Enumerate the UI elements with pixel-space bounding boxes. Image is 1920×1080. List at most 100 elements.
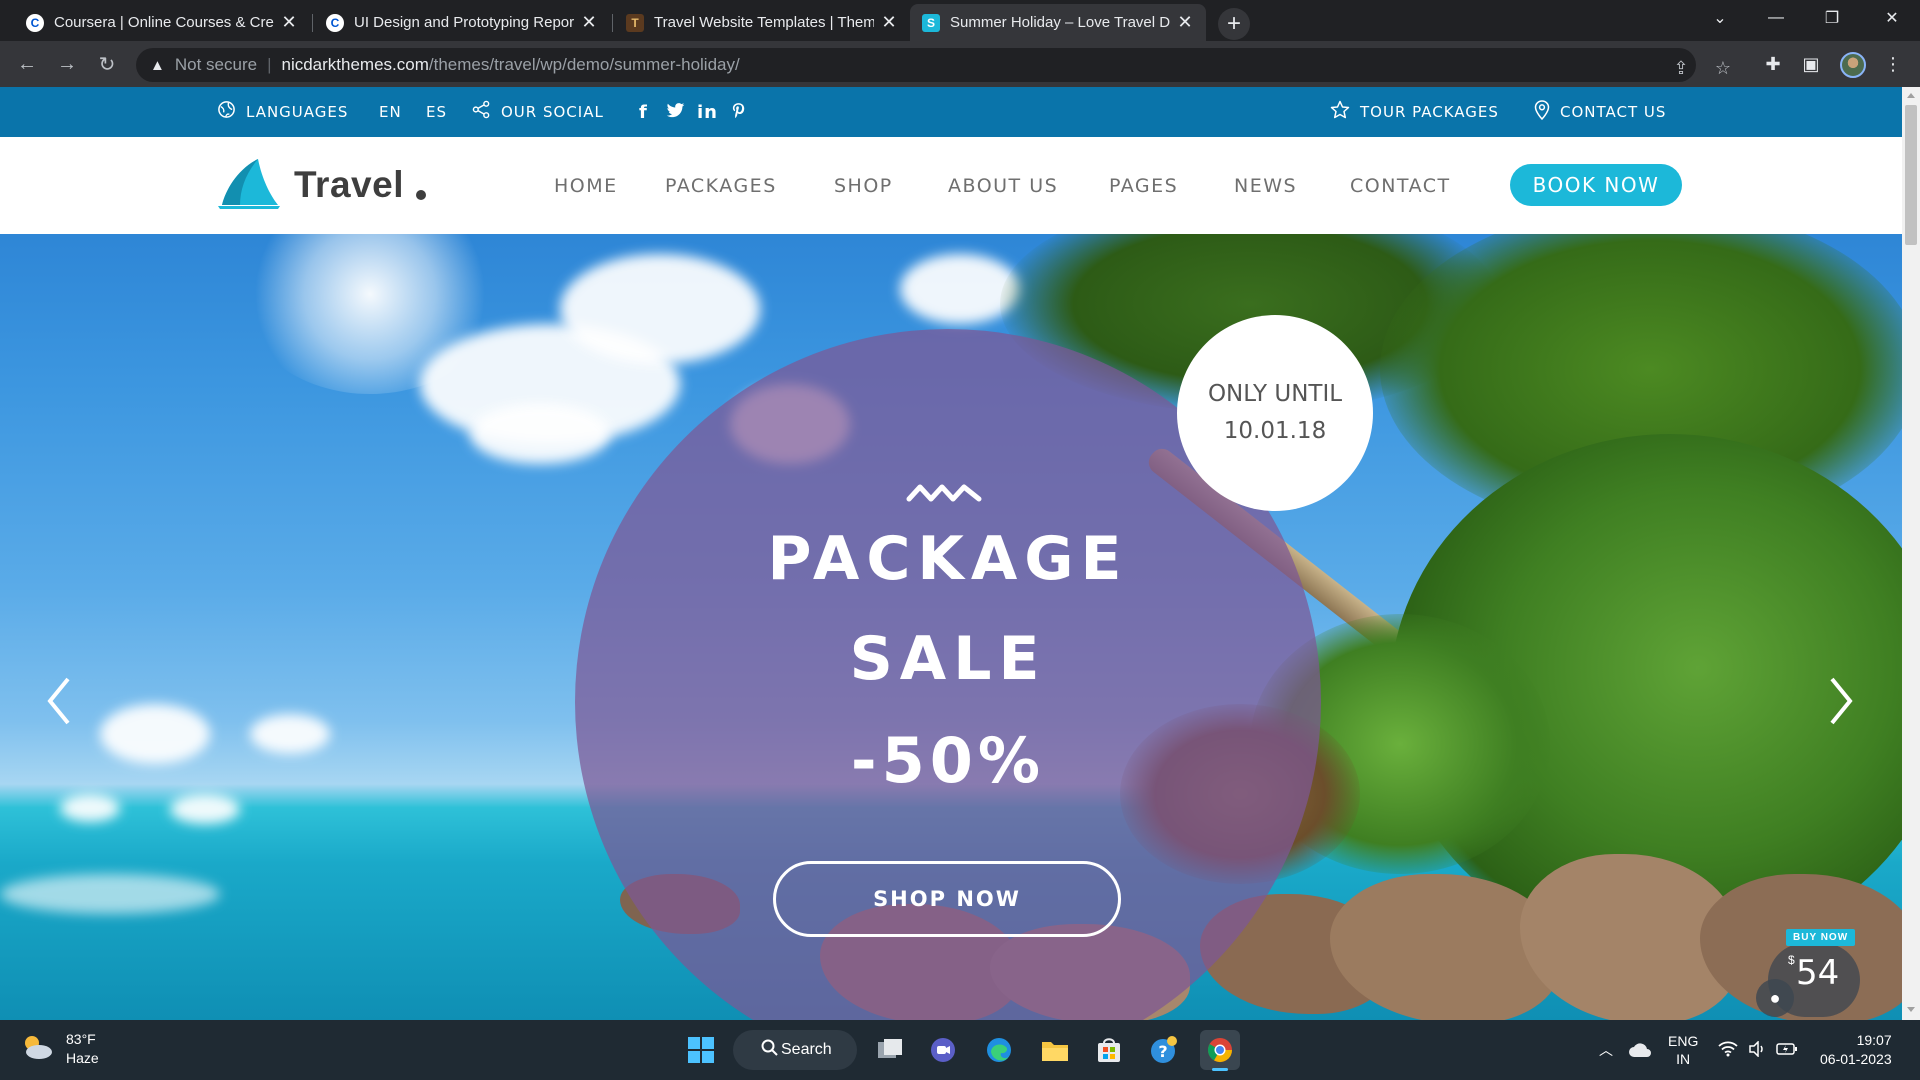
minimize-icon[interactable]: —	[1748, 0, 1804, 36]
buy-now-label[interactable]: BUY NOW	[1786, 929, 1856, 946]
show-hidden-icons[interactable]: ︿	[1599, 1020, 1613, 1080]
twitter-icon[interactable]	[666, 103, 685, 124]
window-close-icon[interactable]: ✕	[1864, 0, 1920, 36]
page-scrollbar[interactable]	[1902, 87, 1920, 1020]
system-tray-status[interactable]	[1718, 1020, 1798, 1080]
tab-title: UI Design and Prototyping Report	[354, 14, 574, 31]
browser-tab-strip: C Coursera | Online Courses & Credential…	[0, 0, 1920, 41]
browser-tab[interactable]: T Travel Website Templates | ThemeForest…	[614, 4, 910, 41]
clock[interactable]: 19:07 06-01-2023	[1820, 1020, 1892, 1080]
extensions-icon[interactable]: ✚	[1758, 49, 1788, 79]
tour-packages-link[interactable]: TOUR PACKAGES	[1330, 87, 1499, 137]
social-label-text: OUR SOCIAL	[501, 103, 604, 121]
shop-now-button[interactable]: SHOP NOW	[773, 861, 1121, 937]
nav-pages[interactable]: PAGES	[1109, 137, 1178, 234]
travel-favicon-icon: S	[922, 13, 940, 32]
nav-home[interactable]: HOME	[554, 137, 618, 234]
tab-title: Travel Website Templates | ThemeForest	[654, 14, 874, 31]
scrollbar-thumb[interactable]	[1905, 105, 1917, 245]
battery-charging-icon	[1776, 1042, 1798, 1059]
tab-divider	[312, 14, 313, 32]
bookmark-star-icon[interactable]: ☆	[1708, 53, 1738, 83]
web-page: LANGUAGES EN ES OUR SOCIAL f in TOUR PAC…	[0, 87, 1902, 1020]
cloud-sun-icon	[20, 1032, 54, 1067]
url-path[interactable]: /themes/travel/wp/demo/summer-holiday/	[429, 55, 740, 75]
buy-now-currency: $	[1788, 953, 1795, 967]
tab-divider	[612, 14, 613, 32]
restore-icon[interactable]: ❐	[1804, 0, 1860, 36]
warning-icon[interactable]: ▲	[150, 57, 165, 74]
hero-title-line2: SALE	[849, 624, 1047, 694]
globe-icon	[217, 100, 236, 124]
nav-shop[interactable]: SHOP	[834, 137, 893, 234]
contact-us-link[interactable]: CONTACT US	[1534, 87, 1666, 137]
wave-icon	[906, 482, 982, 509]
volume-icon	[1748, 1039, 1766, 1060]
weather-desc: Haze	[66, 1050, 99, 1066]
chrome-icon[interactable]	[1200, 1030, 1240, 1071]
nav-about-us[interactable]: ABOUT US	[948, 137, 1058, 234]
file-explorer-icon[interactable]	[1035, 1030, 1075, 1070]
back-icon[interactable]: ←	[12, 49, 42, 79]
onedrive-cloud-icon[interactable]	[1628, 1020, 1652, 1080]
taskbar-search[interactable]: Search	[733, 1030, 857, 1070]
reload-icon[interactable]: ↻	[92, 49, 122, 79]
scroll-up-icon[interactable]	[1907, 93, 1915, 98]
clock-date: 06-01-2023	[1820, 1051, 1892, 1067]
search-label: Search	[781, 1041, 832, 1058]
edge-browser-icon[interactable]	[979, 1030, 1019, 1070]
coursera-favicon-icon: C	[326, 13, 344, 32]
weather-widget[interactable]: 83°F Haze	[20, 1030, 99, 1068]
pinterest-icon[interactable]	[731, 102, 746, 126]
nav-news[interactable]: NEWS	[1234, 137, 1297, 234]
security-label[interactable]: Not secure	[175, 55, 257, 75]
microsoft-store-icon[interactable]	[1089, 1030, 1129, 1070]
language-en-link[interactable]: EN	[379, 87, 402, 137]
menu-kebab-icon[interactable]: ⋮	[1878, 49, 1908, 79]
facebook-icon[interactable]: f	[639, 102, 648, 123]
url-host[interactable]: nicdarkthemes.com	[281, 55, 428, 75]
slider-prev-arrow-icon[interactable]	[40, 671, 80, 731]
address-divider: |	[267, 55, 272, 74]
get-help-icon[interactable]: ?	[1144, 1030, 1184, 1070]
site-topbar: LANGUAGES EN ES OUR SOCIAL f in TOUR PAC…	[0, 87, 1902, 137]
browser-tab-active[interactable]: S Summer Holiday – Love Travel Demo ✕	[910, 4, 1206, 41]
clock-time: 19:07	[1856, 1032, 1892, 1048]
teams-chat-icon[interactable]	[923, 1030, 963, 1070]
site-logo[interactable]: Travel	[218, 157, 426, 214]
themeforest-favicon-icon: T	[626, 13, 644, 32]
tab-search-icon[interactable]: ⌄	[1692, 0, 1748, 36]
browser-tab[interactable]: C Coursera | Online Courses & Credential…	[14, 4, 310, 41]
languages-menu[interactable]: LANGUAGES	[217, 87, 348, 137]
badge-date: 10.01.18	[1223, 418, 1327, 444]
offer-date-badge: ONLY UNTIL 10.01.18	[1177, 315, 1373, 511]
close-tab-icon[interactable]: ✕	[1176, 12, 1194, 33]
sail-logo-icon	[218, 157, 280, 214]
windows-start-icon[interactable]	[681, 1030, 721, 1070]
close-tab-icon[interactable]: ✕	[280, 12, 298, 33]
envato-leaf-icon[interactable]: ●	[1756, 979, 1794, 1017]
slider-next-arrow-icon[interactable]	[1820, 671, 1860, 731]
linkedin-icon[interactable]: in	[697, 102, 718, 123]
forward-icon[interactable]: →	[52, 49, 82, 79]
nav-packages[interactable]: PACKAGES	[665, 137, 777, 234]
share-icon[interactable]: ⇪	[1666, 53, 1696, 83]
contact-us-label: CONTACT US	[1560, 103, 1667, 121]
browser-tab[interactable]: C UI Design and Prototyping Report ✕	[314, 4, 610, 41]
nav-contact[interactable]: CONTACT	[1350, 137, 1451, 234]
close-tab-icon[interactable]: ✕	[580, 12, 598, 33]
task-view-icon[interactable]	[870, 1030, 910, 1070]
scroll-down-icon[interactable]	[1907, 1007, 1915, 1012]
close-tab-icon[interactable]: ✕	[880, 12, 898, 33]
book-now-button[interactable]: BOOK NOW	[1510, 164, 1682, 206]
address-bar[interactable]: ▲ Not secure | nicdarkthemes.com/themes/…	[136, 48, 1696, 82]
side-panel-icon[interactable]: ▣	[1796, 49, 1826, 79]
profile-avatar[interactable]	[1840, 52, 1866, 78]
active-app-indicator	[1212, 1068, 1228, 1071]
new-tab-button[interactable]: +	[1218, 8, 1250, 40]
language-es-link[interactable]: ES	[426, 87, 447, 137]
hero-title-line1: PACKAGE	[767, 524, 1129, 594]
languages-label: LANGUAGES	[246, 103, 349, 121]
hero-discount: -50%	[850, 724, 1046, 797]
input-language[interactable]: ENG IN	[1668, 1020, 1698, 1080]
